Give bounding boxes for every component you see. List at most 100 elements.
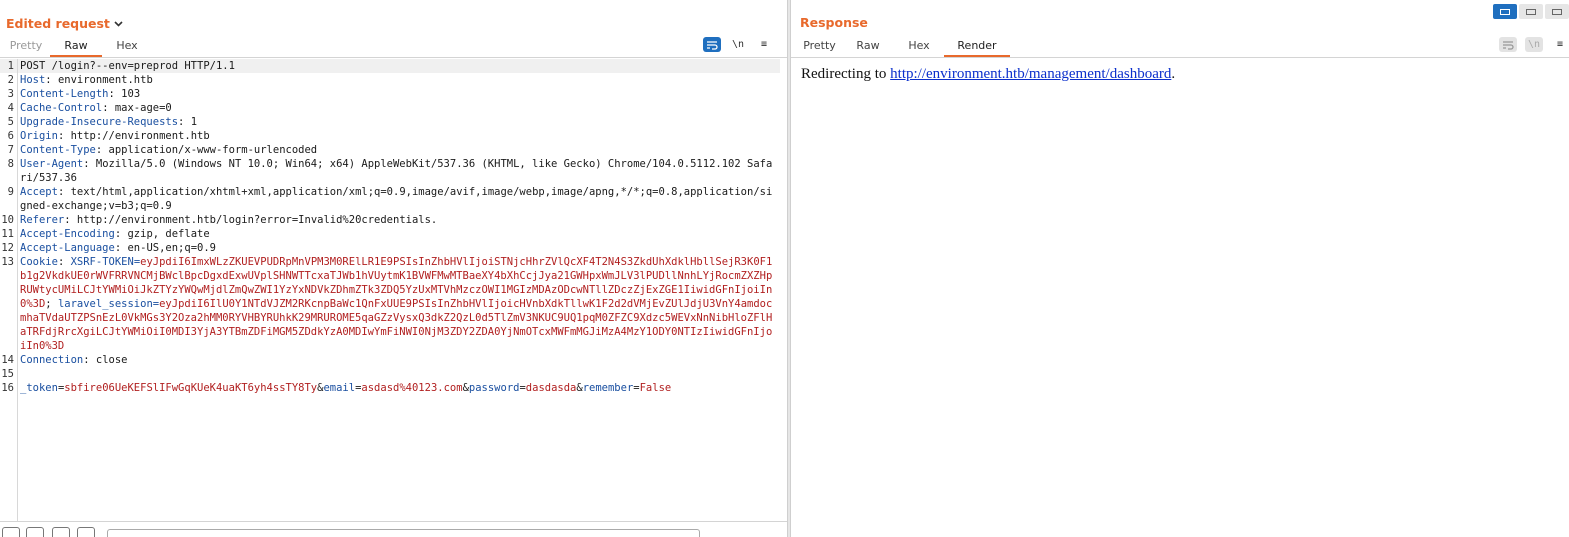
header-name: Upgrade-Insecure-Requests [20,116,179,128]
header-value: http://environment.htb/login?error=Inval… [76,214,438,226]
stacked-layout-icon[interactable] [1519,4,1543,19]
line-content [14,367,776,381]
gutter-divider [17,59,18,521]
request-line: 6 Origin: http://environment.htb [0,129,780,143]
response-title: Response [800,15,868,30]
line-number: 5 [7,116,14,128]
tab-divider [791,57,1569,58]
request-pane: Edited request Pretty Raw Hex \n ≡ 1 POST… [0,0,787,537]
search-input[interactable] [107,529,700,537]
wrap-icon[interactable] [703,37,721,52]
header-name: Cache-Control [20,102,103,114]
settings-icon[interactable] [26,527,44,537]
header-value: http://environment.htb [70,130,210,142]
tab-render[interactable]: Render [944,37,1010,57]
response-toolbar: \n ≡ [1499,37,1569,52]
param-name: _token [20,382,58,394]
header-value: close [95,354,128,366]
line-number: 2 [7,74,14,86]
header-name: Connection [20,354,84,366]
cookie-name: laravel_session [57,298,153,310]
param-name: email [323,382,356,394]
line-number: 6 [7,130,14,142]
param-value: sbfire06UeKEFSlIFwGqKUeK4uaKT6yh4ssTY8Ty [64,382,318,394]
request-line: 2 Host: environment.htb [0,73,780,87]
line-number: 11 [1,228,14,240]
line-content: Cache-Control: max-age=0 [20,102,172,114]
param-value: dasdasda [525,382,577,394]
render-text: Redirecting to [801,66,891,82]
header-value: 103 [121,88,141,100]
request-line: 9 Accept: text/html,application/xhtml+xml… [0,185,780,213]
request-line: 7 Content-Type: application/x-www-form-ur… [0,143,780,157]
line-number: 14 [1,354,14,366]
tab-pretty[interactable]: Pretty [797,37,842,57]
line-number: 12 [1,242,14,254]
request-line: 13 Cookie: XSRF-TOKEN=eyJpdiI6ImxWLzZKUEV… [0,255,780,353]
line-content: Accept-Language: en-US,en;q=0.9 [20,242,216,254]
response-tabs: Pretty Raw Hex Render [797,37,1010,57]
header-value: 1 [190,116,198,128]
request-line: 4 Cache-Control: max-age=0 [0,101,780,115]
tabbed-layout-icon[interactable] [1545,4,1569,19]
header-name: Host [20,74,46,86]
line-content: Referer: http://environment.htb/login?er… [20,214,438,226]
previous-icon[interactable] [52,527,70,537]
newline-icon[interactable]: \n [1525,37,1543,52]
line-content: Connection: close [20,354,128,366]
header-name: Accept-Language [20,242,115,254]
tab-raw[interactable]: Raw [842,37,894,57]
header-name: Content-Length [20,88,109,100]
header-name: User-Agent [20,158,84,170]
header-name: Origin [20,130,58,142]
menu-icon[interactable]: ≡ [755,37,773,52]
line-content: Origin: http://environment.htb [20,130,210,142]
line-content: Accept-Encoding: gzip, deflate [20,228,210,240]
param-value: asdasd%40123.com [361,382,463,394]
cookie-name: XSRF-TOKEN [70,256,134,268]
line-number: 7 [7,144,14,156]
request-line-text: POST /login?--env=preprod HTTP/1.1 [20,60,235,72]
side-by-side-layout-icon[interactable] [1493,4,1517,19]
header-value: max-age=0 [114,102,172,114]
line-number: 4 [7,102,14,114]
newline-icon[interactable]: \n [729,37,747,52]
header-value: application/x-www-form-urlencoded [108,144,318,156]
header-name: Accept [20,186,58,198]
header-value: environment.htb [57,74,153,86]
line-content: Cookie: XSRF-TOKEN=eyJpdiI6ImxWLzZKUEVPU… [20,256,773,352]
header-name: Accept-Encoding [20,228,115,240]
request-line: 12 Accept-Language: en-US,en;q=0.9 [0,241,780,255]
header-name: Referer [20,214,65,226]
line-content: POST /login?--env=preprod HTTP/1.1 [14,59,776,73]
request-tabs: Pretty Raw Hex [2,37,152,57]
wrap-icon[interactable] [1499,37,1517,52]
raw-request-editor[interactable]: 1 POST /login?--env=preprod HTTP/1.1 2 Host… [0,59,780,521]
tab-raw[interactable]: Raw [50,37,102,57]
line-number: 13 [1,256,14,268]
request-line: 5 Upgrade-Insecure-Requests: 1 [0,115,780,129]
request-line: 16 _token=sbfire06UeKEFSlIFwGqKUeK4uaKT6y… [0,381,780,395]
redirect-link[interactable]: http://environment.htb/management/dashbo… [890,66,1171,82]
chevron-down-icon[interactable] [114,15,123,30]
line-content: User-Agent: Mozilla/5.0 (Windows NT 10.0… [20,158,773,184]
tab-hex[interactable]: Hex [102,37,152,57]
line-number: 15 [1,368,14,380]
request-line: 15 [0,367,780,381]
tab-hex[interactable]: Hex [894,37,944,57]
request-line: 10 Referer: http://environment.htb/login?… [0,213,780,227]
line-number: 1 [7,60,14,72]
header-value: Mozilla/5.0 (Windows NT 10.0; Win64; x64… [20,158,773,184]
request-search-bar [0,521,787,537]
menu-icon[interactable]: ≡ [1551,37,1569,52]
line-content: Content-Length: 103 [20,88,141,100]
tab-pretty[interactable]: Pretty [2,37,50,57]
header-name: Cookie [20,256,58,268]
request-line: 11 Accept-Encoding: gzip, deflate [0,227,780,241]
help-icon[interactable] [2,527,20,537]
next-icon[interactable] [77,527,95,537]
line-content: Accept: text/html,application/xhtml+xml,… [20,186,773,212]
request-title-label: Edited request [6,16,110,31]
request-title[interactable]: Edited request [6,15,123,31]
layout-switch [1493,4,1569,19]
